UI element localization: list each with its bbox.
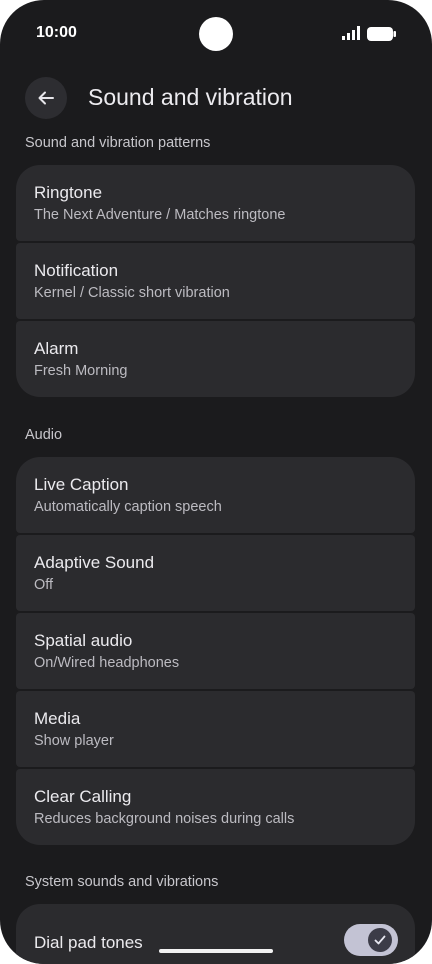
item-summary: The Next Adventure / Matches ringtone bbox=[34, 207, 286, 223]
item-title: Clear Calling bbox=[34, 787, 132, 806]
section-header-patterns: Sound and vibration patterns bbox=[25, 135, 211, 151]
section-header-system-sounds: System sounds and vibrations bbox=[25, 874, 219, 890]
section-header-audio: Audio bbox=[25, 427, 63, 443]
item-title: Dial pad tones bbox=[34, 933, 143, 952]
dial-pad-tones-item[interactable]: Dial pad tones bbox=[16, 904, 415, 964]
audio-group: Live Caption Automatically caption speec… bbox=[16, 457, 415, 845]
item-title: Notification bbox=[34, 261, 119, 280]
item-summary: Show player bbox=[34, 733, 114, 749]
back-arrow-icon bbox=[38, 91, 54, 105]
check-icon bbox=[374, 935, 386, 945]
item-title: Spatial audio bbox=[34, 631, 133, 650]
item-title: Ringtone bbox=[34, 183, 103, 202]
item-summary: Kernel / Classic short vibration bbox=[34, 285, 230, 301]
alarm-item[interactable]: Alarm Fresh Morning bbox=[16, 321, 415, 397]
cellular-signal-icon bbox=[342, 26, 360, 40]
camera-cutout bbox=[199, 17, 233, 51]
status-time: 10:00 bbox=[36, 24, 77, 41]
back-button[interactable] bbox=[25, 77, 67, 119]
toggle-knob bbox=[368, 928, 392, 952]
spatial-audio-item[interactable]: Spatial audio On/Wired headphones bbox=[16, 613, 415, 689]
item-summary: Fresh Morning bbox=[34, 363, 128, 379]
item-title: Adaptive Sound bbox=[34, 553, 155, 572]
patterns-group: Ringtone The Next Adventure / Matches ri… bbox=[16, 165, 415, 397]
item-title: Media bbox=[34, 709, 81, 728]
item-summary: On/Wired headphones bbox=[34, 655, 180, 671]
phone-screen: 10:00 Sound and vibration Sound and vibr… bbox=[0, 0, 432, 964]
adaptive-sound-item[interactable]: Adaptive Sound Off bbox=[16, 535, 415, 611]
clear-calling-item[interactable]: Clear Calling Reduces background noises … bbox=[16, 769, 415, 845]
home-indicator[interactable] bbox=[159, 949, 273, 953]
item-title: Alarm bbox=[34, 339, 79, 358]
item-summary: Automatically caption speech bbox=[34, 499, 222, 515]
live-caption-item[interactable]: Live Caption Automatically caption speec… bbox=[16, 457, 415, 533]
media-item[interactable]: Media Show player bbox=[16, 691, 415, 767]
notification-item[interactable]: Notification Kernel / Classic short vibr… bbox=[16, 243, 415, 319]
battery-icon bbox=[367, 27, 396, 41]
page-title: Sound and vibration bbox=[88, 84, 293, 110]
dial-pad-tones-toggle[interactable] bbox=[344, 924, 398, 956]
ringtone-item[interactable]: Ringtone The Next Adventure / Matches ri… bbox=[16, 165, 415, 241]
item-summary: Reduces background noises during calls bbox=[34, 811, 295, 827]
status-bar: 10:00 bbox=[0, 0, 432, 68]
item-summary: Off bbox=[34, 577, 54, 593]
app-bar: Sound and vibration bbox=[0, 74, 432, 122]
item-title: Live Caption bbox=[34, 475, 129, 494]
